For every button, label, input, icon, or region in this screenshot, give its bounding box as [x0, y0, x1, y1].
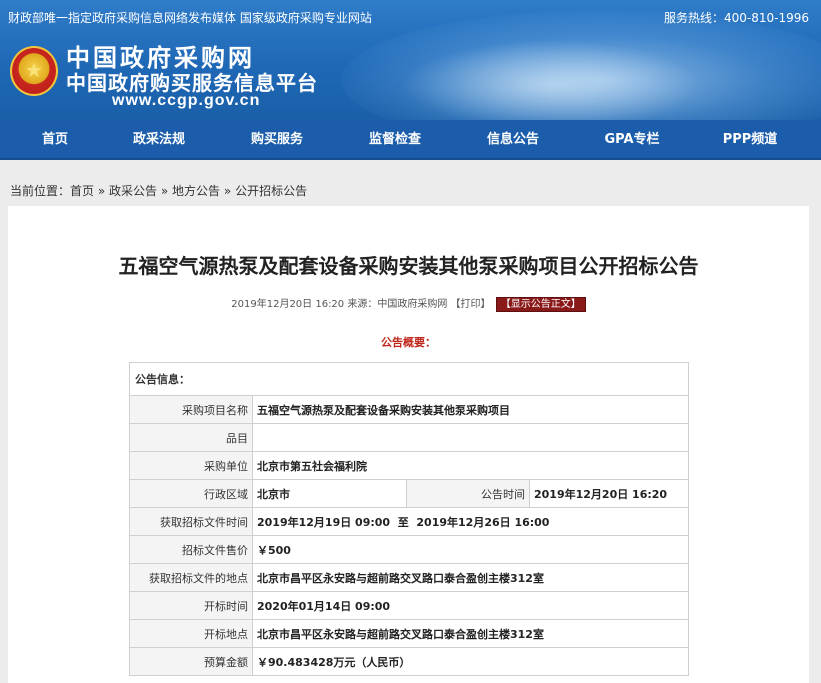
budget-label: 预算金额 [129, 647, 253, 676]
table-row: 开标地点 北京市昌平区永安路与超前路交叉路口泰合盈创主楼312室 [129, 619, 689, 648]
announcement-info-table: 公告信息： 采购项目名称 五福空气源热泵及配套设备采购安装其他泵采购项目 品目 … [129, 362, 689, 676]
table-row: 招标文件售价 ￥500 [129, 535, 689, 564]
table-row: 获取招标文件的地点 北京市昌平区永安路与超前路交叉路口泰合盈创主楼312室 [129, 563, 689, 592]
table-row: 采购项目名称 五福空气源热泵及配套设备采购安装其他泵采购项目 [129, 395, 689, 424]
region-value: 北京市 [252, 479, 407, 508]
banner-cloud-decoration [401, 40, 701, 120]
project-name-label: 采购项目名称 [129, 395, 253, 424]
show-full-text-button[interactable]: 【显示公告正文】 [495, 297, 586, 312]
doc-place-label: 获取招标文件的地点 [129, 563, 253, 592]
breadcrumb-separator: » [97, 184, 106, 198]
table-row: 公告信息： [129, 362, 689, 396]
open-time-value: 2020年01月14日 09:00 [252, 591, 689, 620]
open-place-label: 开标地点 [129, 619, 253, 648]
breadcrumb-prefix: 当前位置： [10, 184, 71, 198]
publish-time-value: 2019年12月20日 16:20 [529, 479, 689, 508]
table-row: 行政区域 北京市 公告时间 2019年12月20日 16:20 [129, 479, 689, 508]
nav-item-regulations[interactable]: 政采法规 [109, 120, 209, 160]
buyer-value: 北京市第五社会福利院 [252, 451, 689, 480]
breadcrumb-current[interactable]: 公开招标公告 [235, 184, 307, 198]
breadcrumb: 当前位置：首页 » 政采公告 » 地方公告 » 公开招标公告 [10, 182, 307, 199]
national-emblem-icon: ★ [10, 46, 58, 96]
doc-price-label: 招标文件售价 [129, 535, 253, 564]
article-panel: 五福空气源热泵及配套设备采购安装其他泵采购项目公开招标公告 2019年12月20… [8, 206, 809, 683]
region-label: 行政区域 [129, 479, 253, 508]
open-place-value: 北京市昌平区永安路与超前路交叉路口泰合盈创主楼312室 [252, 619, 689, 648]
table-header: 公告信息： [129, 362, 689, 396]
nav-item-announcements[interactable]: 信息公告 [463, 120, 563, 160]
site-banner: 财政部唯一指定政府采购信息网络发布媒体 国家级政府采购专业网站 服务热线：400… [0, 0, 821, 120]
item-value [252, 423, 689, 452]
article-title: 五福空气源热泵及配套设备采购安装其他泵采购项目公开招标公告 [118, 254, 699, 278]
breadcrumb-home[interactable]: 首页 [70, 184, 94, 198]
table-row: 品目 [129, 423, 689, 452]
table-row: 开标时间 2020年01月14日 09:00 [129, 591, 689, 620]
nav-item-purchase-service[interactable]: 购买服务 [227, 120, 327, 160]
site-logo-subtitle: 中国政府购买服务信息平台 [66, 71, 318, 95]
print-link[interactable]: 【打印】 [451, 299, 491, 310]
summary-heading: 公告概要： [381, 336, 436, 349]
breadcrumb-announcements[interactable]: 政采公告 [109, 184, 157, 198]
budget-value: ￥90.483428万元（人民币） [252, 647, 689, 676]
article-source: 来源：中国政府采购网 [347, 299, 448, 310]
article-datetime: 2019年12月20日 16:20 [231, 299, 345, 310]
doc-place-value: 北京市昌平区永安路与超前路交叉路口泰合盈创主楼312室 [252, 563, 689, 592]
site-slogan: 财政部唯一指定政府采购信息网络发布媒体 国家级政府采购专业网站 [8, 11, 372, 25]
doc-price-value: ￥500 [252, 535, 689, 564]
breadcrumb-local[interactable]: 地方公告 [172, 184, 220, 198]
breadcrumb-separator: » [160, 184, 169, 198]
nav-item-home[interactable]: 首页 [5, 120, 105, 160]
doc-time-value: 2019年12月19日 09:00 至 2019年12月26日 16:00 [252, 507, 689, 536]
service-hotline: 服务热线：400-810-1996 [663, 11, 809, 25]
project-name-value: 五福空气源热泵及配套设备采购安装其他泵采购项目 [252, 395, 689, 424]
table-row: 获取招标文件时间 2019年12月19日 09:00 至 2019年12月26日… [129, 507, 689, 536]
nav-item-gpa[interactable]: GPA专栏 [582, 120, 682, 160]
main-nav: 首页 政采法规 购买服务 监督检查 信息公告 GPA专栏 PPP频道 [0, 120, 821, 160]
table-row: 采购单位 北京市第五社会福利院 [129, 451, 689, 480]
site-logo-title[interactable]: 中国政府采购网 [66, 44, 255, 72]
top-info-bar: 财政部唯一指定政府采购信息网络发布媒体 国家级政府采购专业网站 服务热线：400… [0, 0, 821, 32]
breadcrumb-separator: » [223, 184, 232, 198]
open-time-label: 开标时间 [129, 591, 253, 620]
nav-item-ppp[interactable]: PPP频道 [700, 120, 800, 160]
publish-time-label: 公告时间 [406, 479, 530, 508]
item-label: 品目 [129, 423, 253, 452]
site-logo-url: www.ccgp.gov.cn [112, 92, 261, 109]
nav-item-supervision[interactable]: 监督检查 [345, 120, 445, 160]
buyer-label: 采购单位 [129, 451, 253, 480]
article-meta: 2019年12月20日 16:20 来源：中国政府采购网 【打印】 【显示公告正… [8, 295, 809, 312]
table-row: 预算金额 ￥90.483428万元（人民币） [129, 647, 689, 676]
doc-time-label: 获取招标文件时间 [129, 507, 253, 536]
